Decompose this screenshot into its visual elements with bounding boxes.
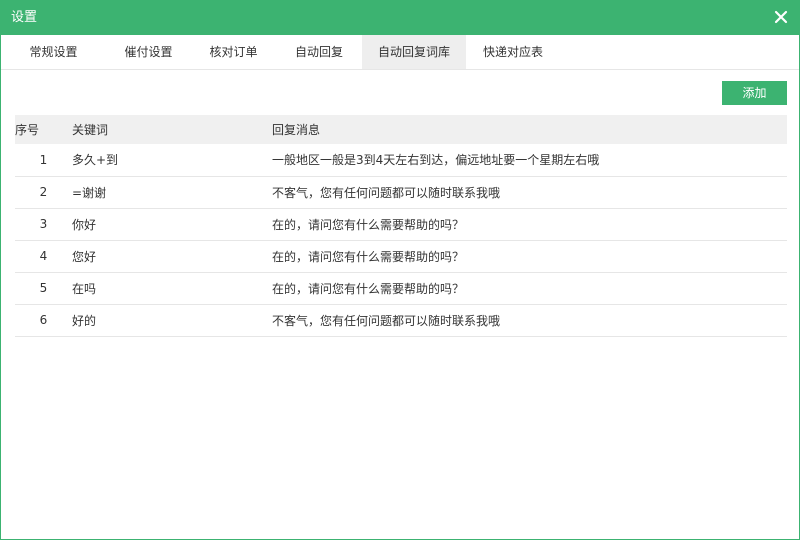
row-reply: 不客气，您有任何问题都可以随时联系我哦 [272, 176, 787, 209]
row-keyword: 在吗 [72, 272, 272, 305]
window-title: 设置 [11, 10, 38, 25]
row-index: 6 [15, 304, 72, 337]
row-keyword: 多久+到 [72, 144, 272, 177]
table-row[interactable]: 4 您好 在的，请问您有什么需要帮助的吗？ [15, 240, 787, 273]
column-header-reply: 回复消息 [272, 115, 787, 144]
title-bar: 设置 [1, 1, 799, 35]
close-icon[interactable] [773, 9, 789, 25]
row-reply: 一般地区一般是3到4天左右到达，偏远地址要一个星期左右哦 [272, 144, 787, 177]
row-reply: 在的，请问您有什么需要帮助的吗？ [272, 208, 787, 241]
tab-payment-reminder-settings[interactable]: 催付设置 [106, 35, 191, 69]
settings-window: 设置 常规设置 催付设置 核对订单 自动回复 自动回复词库 快递对应表 添加 序… [0, 0, 800, 540]
row-reply: 在的，请问您有什么需要帮助的吗？ [272, 272, 787, 305]
table-row[interactable]: 3 你好 在的，请问您有什么需要帮助的吗？ [15, 208, 787, 241]
row-index: 1 [15, 144, 72, 177]
add-button[interactable]: 添加 [722, 81, 787, 105]
row-index: 4 [15, 240, 72, 273]
row-keyword: 您好 [72, 240, 272, 273]
row-index: 5 [15, 272, 72, 305]
tab-bar: 常规设置 催付设置 核对订单 自动回复 自动回复词库 快递对应表 [1, 35, 799, 70]
row-keyword: =谢谢 [72, 176, 272, 209]
table-header-row: 序号 关键词 回复消息 [15, 115, 787, 144]
row-index: 2 [15, 176, 72, 209]
row-reply: 不客气，您有任何问题都可以随时联系我哦 [272, 304, 787, 337]
table-row[interactable]: 2 =谢谢 不客气，您有任何问题都可以随时联系我哦 [15, 176, 787, 209]
tab-auto-reply[interactable]: 自动回复 [276, 35, 362, 69]
row-keyword: 好的 [72, 304, 272, 337]
table-row[interactable]: 6 好的 不客气，您有任何问题都可以随时联系我哦 [15, 304, 787, 337]
tab-general-settings[interactable]: 常规设置 [1, 35, 106, 69]
row-index: 3 [15, 208, 72, 241]
table-row[interactable]: 1 多久+到 一般地区一般是3到4天左右到达，偏远地址要一个星期左右哦 [15, 144, 787, 177]
row-reply: 在的，请问您有什么需要帮助的吗？ [272, 240, 787, 273]
keyword-reply-table: 序号 关键词 回复消息 1 多久+到 一般地区一般是3到4天左右到达，偏远地址要… [15, 115, 787, 337]
row-keyword: 你好 [72, 208, 272, 241]
column-header-keyword: 关键词 [72, 115, 272, 144]
tab-auto-reply-dictionary[interactable]: 自动回复词库 [362, 35, 466, 69]
column-header-index: 序号 [15, 115, 72, 144]
tab-courier-mapping[interactable]: 快递对应表 [466, 35, 560, 69]
table-row[interactable]: 5 在吗 在的，请问您有什么需要帮助的吗？ [15, 272, 787, 305]
tab-verify-orders[interactable]: 核对订单 [191, 35, 276, 69]
